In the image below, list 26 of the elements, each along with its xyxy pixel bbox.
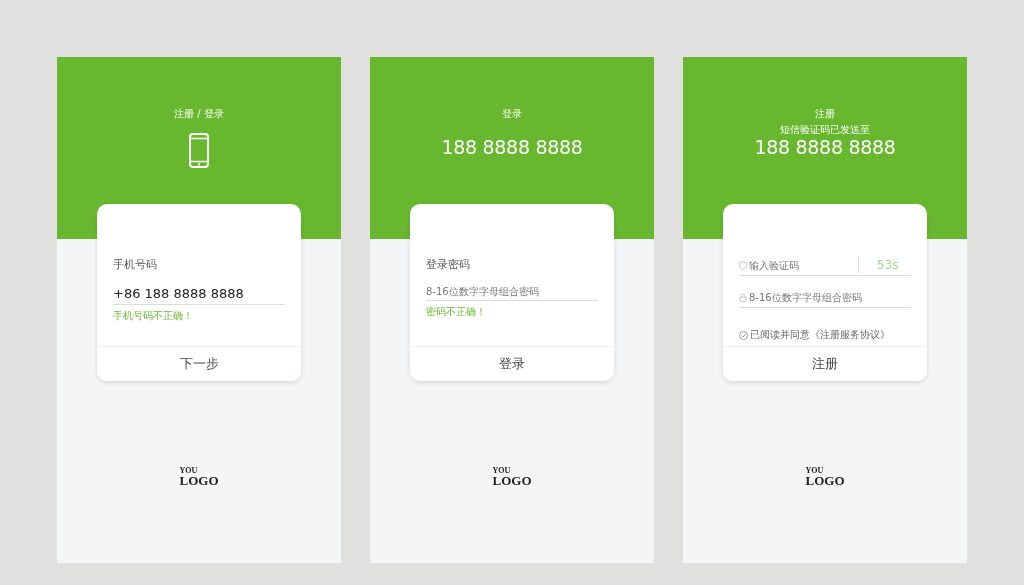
check-circle-icon[interactable] bbox=[739, 330, 748, 340]
logo: YOU LOGO bbox=[179, 467, 219, 487]
smartphone-icon bbox=[189, 133, 209, 168]
logo: YOU LOGO bbox=[492, 467, 532, 487]
error-message: 密码不正确！ bbox=[426, 305, 487, 319]
submit-button[interactable]: 下一步 bbox=[97, 346, 301, 381]
screen-title: 注册 bbox=[815, 107, 835, 121]
submit-button[interactable]: 登录 bbox=[410, 346, 614, 381]
screen-title: 注册 / 登录 bbox=[174, 107, 224, 121]
sent-to-note: 短信验证码已发送至 bbox=[780, 124, 870, 136]
countdown-timer: 53s bbox=[877, 258, 900, 272]
screen-title: 登录 bbox=[502, 107, 522, 121]
phone-input[interactable]: +86 188 8888 8888 bbox=[113, 286, 285, 305]
error-message: 手机号码不正确！ bbox=[113, 309, 194, 323]
field-label: 手机号码 bbox=[113, 258, 158, 272]
phone-number: 188 8888 8888 bbox=[754, 136, 896, 158]
code-input[interactable]: 输入验证码 bbox=[749, 259, 856, 271]
lock-icon bbox=[739, 292, 747, 302]
phone-number: 188 8888 8888 bbox=[441, 136, 583, 158]
agreement-text: 已阅读并同意《注册服务协议》 bbox=[750, 328, 890, 342]
shield-icon bbox=[739, 260, 747, 270]
password-input[interactable]: 8-16位数字字母组合密码 bbox=[426, 286, 598, 301]
logo: YOU LOGO bbox=[805, 467, 845, 487]
password-input[interactable]: 8-16位数字字母组合密码 bbox=[749, 291, 911, 303]
submit-button[interactable]: 注册 bbox=[723, 346, 927, 381]
field-label: 登录密码 bbox=[426, 258, 471, 272]
